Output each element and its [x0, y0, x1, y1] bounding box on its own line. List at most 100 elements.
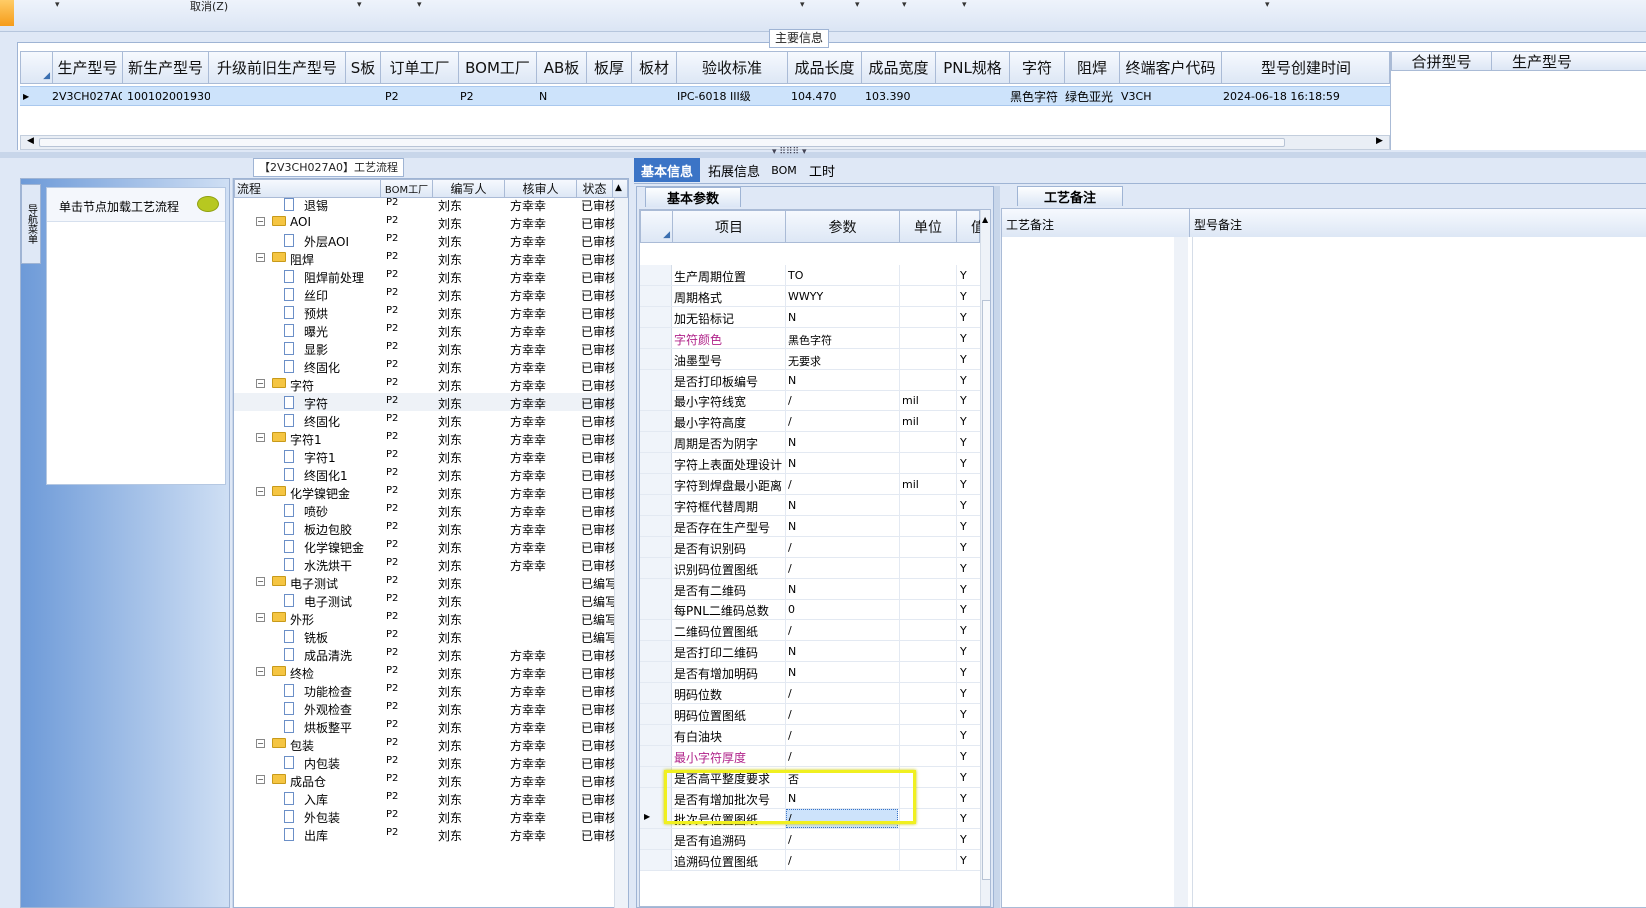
col-header[interactable]: AB板 — [537, 52, 587, 83]
collapse-icon[interactable]: − — [256, 775, 265, 784]
load-flow-button[interactable]: 单击节点加载工艺流程 — [47, 188, 225, 222]
row-header[interactable] — [640, 829, 672, 850]
cell-solder[interactable]: 绿色亚光 — [1062, 87, 1122, 105]
flow-row[interactable]: 丝印 P2 刘东 方幸幸 已审核 — [234, 285, 614, 303]
col-header[interactable]: 项目 — [673, 211, 786, 242]
cell-created[interactable]: 2024-06-18 16:18:59 — [1220, 87, 1388, 105]
scroll-up-icon[interactable]: ▲ — [982, 215, 988, 224]
flow-row[interactable]: 电子测试 P2 刘东 已编写 — [234, 591, 614, 609]
col-header[interactable]: 生产型号 — [53, 52, 123, 83]
flow-row[interactable]: − 外形 P2 刘东 已编写 — [234, 609, 614, 627]
flow-row[interactable]: − 阻焊 P2 刘东 方幸幸 已审核 — [234, 249, 614, 267]
col-header[interactable]: 值 — [957, 211, 981, 242]
tab-bom[interactable]: BOM — [768, 158, 800, 182]
row-header[interactable] — [640, 557, 672, 578]
scroll-thumb[interactable] — [39, 138, 1285, 147]
dropdown-arrow-icon[interactable]: ▾ — [902, 0, 907, 10]
collapse-icon[interactable]: − — [256, 667, 265, 676]
param-row[interactable]: 是否有二维码 N Y — [640, 578, 980, 600]
param-row[interactable]: 最小字符线宽 / mil Y — [640, 390, 980, 412]
row-header[interactable] — [640, 683, 672, 703]
flow-row[interactable]: 板边包胶 P2 刘东 方幸幸 已审核 — [234, 519, 614, 537]
row-header[interactable] — [640, 724, 672, 745]
flow-row[interactable]: 铣板 P2 刘东 已编写 — [234, 627, 614, 645]
param-row[interactable]: 周期是否为阴字 N Y — [640, 432, 980, 454]
col-header[interactable]: 单位 — [900, 211, 957, 242]
param-row[interactable]: 字符上表面处理设计 N Y — [640, 453, 980, 475]
param-row[interactable]: 字符到焊盘最小距离 / mil Y — [640, 474, 980, 495]
vertical-splitter[interactable] — [994, 186, 1000, 908]
param-row[interactable]: 是否有增加明码 N Y — [640, 662, 980, 684]
row-header[interactable] — [640, 599, 672, 620]
cell-ab[interactable]: N — [536, 87, 586, 105]
flow-row[interactable]: 预烘 P2 刘东 方幸幸 已审核 — [234, 303, 614, 321]
main-grid-row[interactable]: ▶ 2V3CH027A0 10010200193089 P2 P2 N IPC-… — [20, 86, 1390, 106]
flow-row[interactable]: 字符1 P2 刘东 方幸幸 已审核 — [234, 447, 614, 465]
param-row[interactable]: 二维码位置图纸 / Y — [640, 620, 980, 642]
craft-note-input[interactable] — [1002, 237, 1174, 907]
scroll-left-icon[interactable]: ◀ — [27, 136, 34, 146]
col-header[interactable]: 订单工厂 — [381, 52, 459, 83]
col-header[interactable]: 流程 — [235, 180, 381, 197]
scroll-thumb[interactable] — [982, 300, 990, 880]
param-row[interactable]: 油墨型号 无要求 Y — [640, 348, 980, 370]
flow-row[interactable]: 水洗烘干 P2 刘东 方幸幸 已审核 — [234, 555, 614, 573]
scroll-up-icon[interactable]: ▲ — [615, 183, 622, 193]
splitter-grip-icon[interactable]: ▾ ⠿⠿⠿ ▾ — [772, 147, 807, 157]
dropdown-arrow-icon[interactable]: ▾ — [1265, 0, 1270, 10]
cell-char[interactable]: 黑色字符 — [1007, 87, 1062, 105]
param-row[interactable]: 是否打印板编号 N Y — [640, 369, 980, 391]
flow-row[interactable]: − 字符 P2 刘东 方幸幸 已审核 — [234, 375, 614, 393]
dropdown-arrow-icon[interactable]: ▾ — [55, 0, 60, 10]
nav-side-tab[interactable]: 导航菜单 — [21, 184, 41, 264]
flow-row[interactable]: − 电子测试 P2 刘东 已编写 — [234, 573, 614, 591]
param-row[interactable]: 最小字符高度 / mil Y — [640, 411, 980, 433]
row-header[interactable] — [640, 662, 672, 683]
param-row[interactable]: 是否打印二维码 N Y — [640, 641, 980, 663]
collapse-icon[interactable]: − — [256, 253, 265, 262]
flow-row[interactable]: − AOI P2 刘东 方幸幸 已审核 — [234, 213, 614, 231]
col-header[interactable]: 板厚 — [587, 52, 632, 83]
col-header[interactable]: 板材 — [632, 52, 677, 83]
tab-craft-notes[interactable]: 工艺备注 — [1017, 186, 1123, 206]
flow-row[interactable]: 喷砂 P2 刘东 方幸幸 已审核 — [234, 501, 614, 519]
collapse-icon[interactable]: − — [256, 217, 265, 226]
col-header[interactable]: 验收标准 — [677, 52, 788, 83]
col-header[interactable]: 成品宽度 — [862, 52, 936, 83]
cell-model[interactable]: 2V3CH027A0 — [52, 87, 122, 105]
cell-standard[interactable]: IPC-6018 III级 — [674, 87, 785, 105]
param-row[interactable]: 是否存在生产型号 N Y — [640, 515, 980, 537]
flow-row[interactable]: 终固化1 P2 刘东 方幸幸 已审核 — [234, 465, 614, 483]
param-row[interactable]: 最小字符厚度 / Y — [640, 745, 980, 767]
row-header[interactable] — [640, 515, 672, 536]
param-row[interactable]: 明码位置图纸 / Y — [640, 703, 980, 725]
flow-row[interactable]: 显影 P2 刘东 方幸幸 已审核 — [234, 339, 614, 357]
dropdown-arrow-icon[interactable]: ▾ — [417, 0, 422, 10]
flow-row[interactable]: 字符 P2 刘东 方幸幸 已审核 — [234, 393, 614, 411]
tab-work-hours[interactable]: 工时 — [806, 158, 838, 182]
craft-note-vscrollbar[interactable] — [1174, 237, 1188, 907]
col-header[interactable]: 生产型号 — [1492, 52, 1592, 71]
param-row[interactable]: 字符框代替周期 N Y — [640, 494, 980, 516]
flow-row[interactable]: − 终检 P2 刘东 方幸幸 已审核 — [234, 663, 614, 681]
model-note-input[interactable] — [1192, 237, 1646, 907]
row-header[interactable] — [640, 494, 672, 515]
collapse-icon[interactable]: − — [256, 379, 265, 388]
flow-row[interactable]: 烘板整平 P2 刘东 方幸幸 已审核 — [234, 717, 614, 735]
col-header[interactable]: 新生产型号 — [123, 52, 209, 83]
row-header[interactable] — [640, 327, 672, 348]
cell-width[interactable]: 103.390 — [862, 87, 936, 105]
row-header[interactable] — [640, 474, 672, 494]
row-header[interactable] — [640, 411, 672, 432]
flow-row[interactable]: − 包装 P2 刘东 方幸幸 已审核 — [234, 735, 614, 753]
cell-length[interactable]: 104.470 — [788, 87, 862, 105]
param-row[interactable]: 加无铅标记 N Y — [640, 306, 980, 328]
col-header[interactable]: 型号创建时间 — [1222, 52, 1390, 83]
dropdown-arrow-icon[interactable]: ▾ — [800, 0, 805, 10]
collapse-icon[interactable]: − — [256, 613, 265, 622]
row-header[interactable] — [640, 453, 672, 474]
flow-row[interactable]: − 字符1 P2 刘东 方幸幸 已审核 — [234, 429, 614, 447]
flow-row[interactable]: − 化学镍钯金 P2 刘东 方幸幸 已审核 — [234, 483, 614, 501]
col-header[interactable]: 状态 — [577, 180, 613, 197]
param-row[interactable]: 明码位数 / Y — [640, 683, 980, 704]
